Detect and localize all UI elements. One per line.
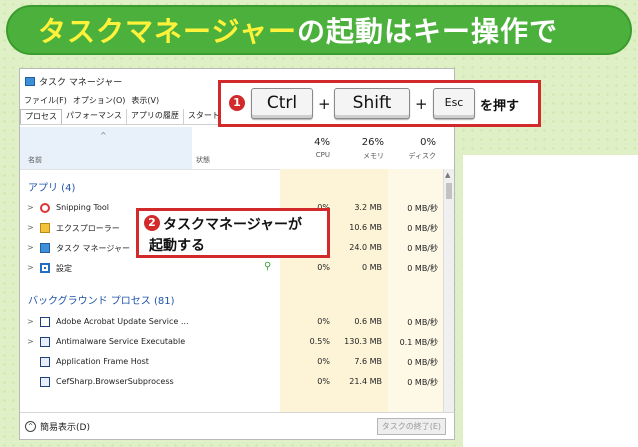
disk-label: ディスク <box>408 152 436 160</box>
process-disk: 0 MB/秒 <box>407 244 438 253</box>
plus-sign: + <box>318 95 331 113</box>
key-shortcut-callout: 1 Ctrl + Shift + Esc を押す <box>218 80 541 127</box>
process-name: エクスプローラー <box>56 224 120 233</box>
task-manager-icon <box>25 77 35 86</box>
column-memory[interactable]: 26% メモリ <box>350 137 384 161</box>
process-name: Snipping Tool <box>56 203 109 212</box>
process-row[interactable]: > Adobe Acrobat Update Service ... 0% 0.… <box>20 313 440 333</box>
esc-key: Esc <box>433 88 475 119</box>
ctrl-key: Ctrl <box>251 88 313 119</box>
service-icon <box>40 337 50 347</box>
process-memory: 7.6 MB <box>354 357 382 366</box>
cpu-total: 4% <box>314 137 330 148</box>
process-memory: 0.6 MB <box>354 317 382 326</box>
process-memory: 24.0 MB <box>349 243 382 252</box>
scroll-up-icon[interactable]: ▲ <box>445 171 450 179</box>
fewer-details-button[interactable]: ^ 簡易表示(D) <box>25 420 90 433</box>
callout2-line1: タスクマネージャーが <box>163 217 303 233</box>
process-disk: 0 MB/秒 <box>407 224 438 233</box>
column-cpu[interactable]: 4% CPU <box>300 137 330 159</box>
process-name: Application Frame Host <box>56 357 149 366</box>
process-name: タスク マネージャー <box>56 244 130 253</box>
process-disk: 0 MB/秒 <box>407 264 438 273</box>
expand-chevron-icon[interactable]: > <box>27 263 34 272</box>
expand-chevron-icon[interactable]: > <box>27 203 34 212</box>
service-icon <box>40 377 50 387</box>
vertical-scrollbar[interactable]: ▲ ▼ <box>443 169 454 439</box>
process-disk: 0 MB/秒 <box>407 378 438 387</box>
process-disk: 0 MB/秒 <box>407 358 438 367</box>
cpu-label: CPU <box>315 151 330 159</box>
banner-highlight: タスクマネージャー <box>38 15 298 48</box>
process-memory: 3.2 MB <box>354 203 382 212</box>
expand-chevron-icon[interactable]: > <box>27 243 34 252</box>
menu-options[interactable]: オプション(O) <box>73 95 126 106</box>
process-row[interactable]: CefSharp.BrowserSubprocess 0% 21.4 MB 0 … <box>20 373 440 393</box>
process-name: Antimalware Service Executable <box>56 337 186 346</box>
shift-key: Shift <box>334 88 410 119</box>
scrollbar-thumb[interactable] <box>446 183 452 199</box>
expand-chevron-icon[interactable]: > <box>27 337 34 346</box>
process-memory: 21.4 MB <box>349 377 382 386</box>
memory-total: 26% <box>361 137 384 148</box>
process-cpu: 0.5% <box>309 337 330 346</box>
process-memory: 10.6 MB <box>349 223 382 232</box>
process-row[interactable]: Application Frame Host 0% 7.6 MB 0 MB/秒 <box>20 353 440 373</box>
process-name: CefSharp.BrowserSubprocess <box>56 377 174 386</box>
fewer-details-label: 簡易表示(D) <box>40 423 90 433</box>
process-cpu: 0% <box>317 317 330 326</box>
memory-label: メモリ <box>363 152 384 160</box>
expand-chevron-icon[interactable]: > <box>27 317 34 326</box>
process-disk: 0 MB/秒 <box>407 318 438 327</box>
menu-view[interactable]: 表示(V) <box>131 95 159 106</box>
launch-result-callout: 2 タスクマネージャーが 起動する <box>136 208 330 258</box>
process-disk: 0.1 MB/秒 <box>399 338 438 347</box>
press-label: を押す <box>480 99 520 114</box>
window-app-icon <box>40 317 50 327</box>
process-cpu: 0% <box>317 377 330 386</box>
process-cpu: 0% <box>317 263 330 272</box>
banner-rest: の起動はキー操作で <box>297 15 559 48</box>
process-name: 設定 <box>56 264 72 273</box>
process-cpu: 0% <box>317 357 330 366</box>
expand-chevron-icon[interactable]: > <box>27 223 34 232</box>
column-disk[interactable]: 0% ディスク <box>404 137 436 161</box>
plus-sign: + <box>415 95 428 113</box>
step-number-1: 1 <box>229 95 245 111</box>
tab-processes[interactable]: プロセス <box>20 109 62 124</box>
group-apps: アプリ (4) <box>28 183 76 194</box>
step-number-2: 2 <box>144 215 160 231</box>
process-memory: 0 MB <box>361 263 382 272</box>
column-header-row: ^ 名前 状態 <box>20 127 454 170</box>
settings-icon <box>40 263 50 273</box>
suspended-leaf-icon: ⚲ <box>264 261 272 272</box>
task-manager-icon <box>40 243 50 253</box>
folder-icon <box>40 223 50 233</box>
menu-file[interactable]: ファイル(F) <box>24 95 67 106</box>
process-disk: 0 MB/秒 <box>407 204 438 213</box>
snipping-tool-icon <box>40 203 50 213</box>
sort-arrow-icon[interactable]: ^ <box>100 131 107 140</box>
process-name: Adobe Acrobat Update Service ... <box>56 317 189 326</box>
group-background: バックグラウンド プロセス (81) <box>28 296 175 307</box>
footer-bar: ^ 簡易表示(D) タスクの終了(E) <box>20 412 454 439</box>
window-title: タスク マネージャー <box>39 78 123 88</box>
title-banner: タスクマネージャーの起動はキー操作で <box>6 5 632 55</box>
process-row[interactable]: > 設定 ⚲ 0% 0 MB 0 MB/秒 <box>20 259 440 279</box>
chevron-up-circle-icon: ^ <box>25 421 36 432</box>
disk-total: 0% <box>420 137 436 148</box>
banner-title: タスクマネージャーの起動はキー操作で <box>38 10 558 50</box>
window-title-bar: タスク マネージャー <box>25 75 122 88</box>
process-memory: 130.3 MB <box>344 337 382 346</box>
column-name[interactable]: 名前 <box>28 155 42 165</box>
column-status[interactable]: 状態 <box>196 155 210 165</box>
tab-performance[interactable]: パフォーマンス <box>62 109 127 124</box>
blank-panel <box>463 155 638 447</box>
callout2-line2: 起動する <box>149 238 205 254</box>
service-icon <box>40 357 50 367</box>
menu-bar: ファイル(F) オプション(O) 表示(V) <box>24 95 159 106</box>
process-row[interactable]: > Antimalware Service Executable 0.5% 13… <box>20 333 440 353</box>
tab-app-history[interactable]: アプリの履歴 <box>127 109 184 124</box>
end-task-button[interactable]: タスクの終了(E) <box>376 418 446 435</box>
